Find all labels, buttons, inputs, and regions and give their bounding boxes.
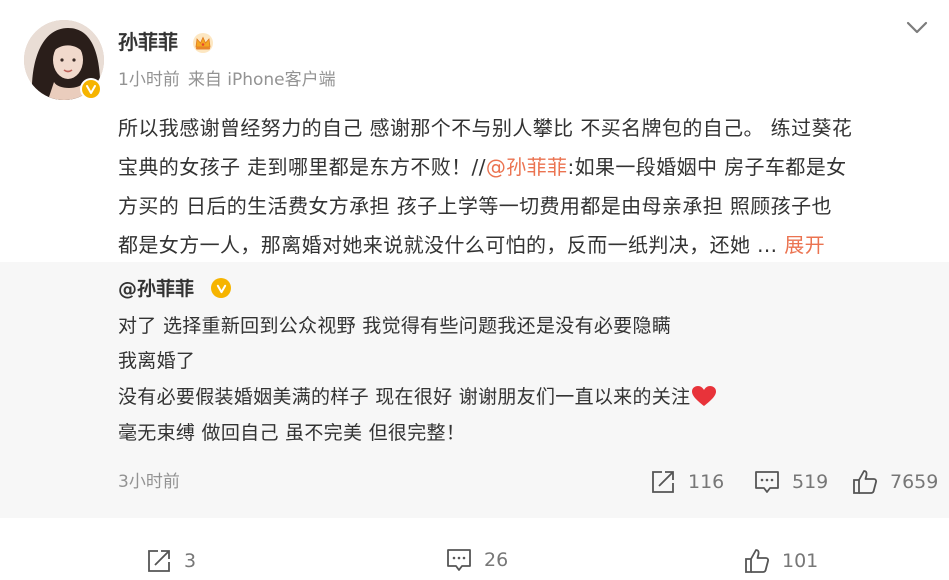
comment-count: 26 — [484, 549, 509, 571]
quoted-comment-button[interactable]: 519 — [754, 469, 828, 495]
repost-count: 3 — [184, 550, 197, 572]
repost-icon — [652, 471, 674, 493]
author-name[interactable]: 孙菲菲 — [118, 28, 178, 56]
chevron-down-icon[interactable] — [904, 18, 930, 38]
verified-badge-icon — [82, 80, 100, 98]
repost-icon — [148, 550, 170, 572]
post-time[interactable]: 1小时前 — [118, 70, 180, 90]
comment-button[interactable]: 26 — [446, 547, 508, 573]
quoted-repost-count: 116 — [688, 471, 725, 493]
quoted-line: 对了 选择重新回到公众视野 我觉得有些问题我还是没有必要隐瞒 — [118, 315, 672, 337]
expand-link[interactable]: 展开 — [784, 233, 825, 257]
comment-icon — [447, 549, 471, 571]
quoted-like-count: 7659 — [890, 471, 939, 493]
verified-badge — [80, 78, 102, 100]
post-meta: 1小时前 来自 iPhone客户端 — [118, 68, 344, 92]
quoted-author[interactable]: @孙菲菲 — [118, 276, 194, 302]
comment-icon — [755, 471, 779, 493]
post-line: 所以我感谢曾经努力的自己 感谢那个不与别人攀比 不买名牌包的自己。 练过葵花 — [118, 116, 853, 140]
post-line: 宝典的女孩子 走到哪里都是东方不败！//@孙菲菲:如果一段婚姻中 房子车都是女 — [118, 155, 847, 179]
mention-link[interactable]: @孙菲菲 — [486, 155, 568, 179]
heart-icon — [691, 385, 717, 407]
quoted-repost-button[interactable]: 116 — [650, 469, 724, 495]
verified-badge-icon — [211, 278, 231, 298]
post-text: 所以我感谢曾经努力的自己 感谢那个不与别人攀比 不买名牌包的自己。 练过葵花 宝… — [118, 109, 908, 265]
crown-icon[interactable] — [192, 32, 214, 54]
post-source: 来自 iPhone客户端 — [187, 70, 336, 90]
quoted-line: 我离婚了 — [118, 350, 196, 372]
like-button[interactable]: 101 — [744, 548, 818, 574]
repost-button[interactable]: 3 — [146, 548, 196, 574]
quoted-like-button[interactable]: 7659 — [852, 469, 938, 495]
quoted-line: 没有必要假装婚姻美满的样子 现在很好 谢谢朋友们一直以来的关注 — [118, 384, 717, 410]
quoted-comment-count: 519 — [792, 471, 829, 493]
like-icon — [853, 470, 878, 494]
post-line: 方买的 日后的生活费女方承担 孩子上学等一切费用都是由母亲承担 照顾孩子也 — [118, 194, 832, 218]
like-count: 101 — [782, 550, 819, 572]
quoted-time[interactable]: 3小时前 — [118, 470, 180, 494]
post-line: 都是女方一人，那离婚对她来说就没什么可怕的，反而一纸判决，还她 ... 展开 — [118, 233, 825, 257]
like-icon — [745, 549, 770, 573]
quoted-line: 毫无束缚 做回自己 虽不完美 但很完整！ — [118, 422, 466, 444]
